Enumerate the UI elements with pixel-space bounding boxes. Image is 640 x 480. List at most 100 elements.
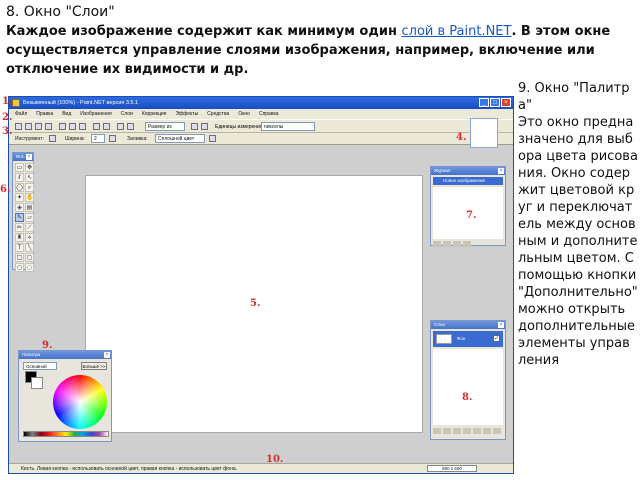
bucket-icon[interactable]: ◈ (15, 203, 24, 212)
cut-icon[interactable] (59, 123, 66, 130)
menu-layers[interactable]: Слои (121, 109, 133, 119)
text-icon[interactable]: T (15, 243, 24, 252)
move-icon[interactable]: ✥ (25, 163, 34, 172)
redo-history-icon[interactable] (453, 241, 461, 247)
move-selection-icon[interactable]: ↖ (25, 173, 34, 182)
layer-visibility-checkbox[interactable]: ✓ (493, 335, 500, 342)
menu-window[interactable]: Окно (238, 109, 250, 119)
palette-text: Это окно предназначено для выбора цвета … (518, 115, 638, 368)
new-file-icon[interactable] (15, 123, 22, 130)
layers-link[interactable]: слой в Paint.NET (401, 24, 511, 39)
undo-icon[interactable] (117, 123, 124, 130)
menu-file[interactable]: Файл (15, 109, 27, 119)
layers-panel: Слои × Фон ✓ (430, 320, 506, 440)
move-layer-up-icon[interactable] (473, 428, 481, 434)
gradient-icon[interactable]: ▤ (25, 203, 34, 212)
menu-view[interactable]: Вид (62, 109, 71, 119)
layers-panel-close-icon[interactable]: × (498, 322, 504, 328)
layer-item[interactable]: Фон ✓ (433, 331, 503, 347)
pencil-icon[interactable]: ✏ (15, 223, 24, 232)
rulers-icon[interactable] (201, 123, 208, 130)
palette-panel-close-icon[interactable]: × (104, 352, 110, 358)
tools-panel-close-icon[interactable]: × (26, 154, 32, 160)
clone-stamp-icon[interactable]: ♜ (15, 233, 24, 242)
layers-panel-title[interactable]: Слои × (431, 321, 505, 329)
open-file-icon[interactable] (25, 123, 32, 130)
print-icon[interactable] (45, 123, 52, 130)
units-select[interactable]: пикселы (261, 122, 315, 131)
fill-select[interactable]: Сплошной цвет (155, 134, 205, 143)
line-icon[interactable]: ╲ (25, 243, 34, 252)
antialias-icon[interactable] (109, 135, 116, 142)
tools-panel-title[interactable]: Инс. × (13, 153, 33, 161)
grid-icon[interactable] (191, 123, 198, 130)
menu-edit[interactable]: Правка (36, 109, 53, 119)
pan-icon[interactable]: ✋ (25, 193, 34, 202)
menu-adjustments[interactable]: Коррекция (142, 109, 167, 119)
move-layer-down-icon[interactable] (483, 428, 491, 434)
status-bar: Кисть. Левая кнопка - использовать основ… (9, 463, 513, 473)
copy-icon[interactable] (69, 123, 76, 130)
delete-layer-icon[interactable] (443, 428, 451, 434)
color-wheel[interactable] (53, 375, 107, 429)
history-panel-title[interactable]: Журнал × (431, 167, 505, 175)
duplicate-layer-icon[interactable] (453, 428, 461, 434)
zoom-icon[interactable]: ⌕ (25, 183, 34, 192)
tool-grid: ▭ ✥ ℓ ↖ ◯ ⌕ ✦ ✋ ◈ ▤ ✎ ▱ ✏ ⟋ ♜ ⟡ T ╲ □ ▢ … (13, 161, 34, 274)
add-layer-icon[interactable] (433, 428, 441, 434)
brush-tool-icon[interactable] (49, 135, 56, 142)
blend-mode-icon[interactable] (209, 135, 216, 142)
history-item[interactable]: Новое изображение (433, 177, 503, 185)
history-panel-close-icon[interactable]: × (498, 168, 504, 174)
fast-forward-icon[interactable] (463, 241, 471, 247)
window-titlebar[interactable]: Безымянный (100%) - Paint.NET версия 3.5… (9, 97, 513, 109)
rect-select-icon[interactable]: ▭ (15, 163, 24, 172)
redo-icon[interactable] (127, 123, 134, 130)
section-description: Каждое изображение содержит как минимум … (6, 22, 634, 79)
history-controls (431, 239, 505, 249)
callout-6: 6. (0, 184, 11, 195)
rounded-rect-icon[interactable]: ▢ (25, 253, 34, 262)
magic-wand-icon[interactable]: ✦ (15, 193, 24, 202)
tools-panel-title-text: Инс. (16, 154, 26, 159)
units-label: Единицы измерения: (215, 124, 264, 130)
ellipse-icon[interactable]: ○ (15, 263, 24, 272)
color-picker-icon[interactable]: ⟋ (25, 223, 34, 232)
merge-layer-icon[interactable] (463, 428, 471, 434)
save-icon[interactable] (35, 123, 42, 130)
menu-image[interactable]: Изображения (80, 109, 111, 119)
tools-panel: Инс. × ▭ ✥ ℓ ↖ ◯ ⌕ ✦ ✋ ◈ ▤ ✎ ▱ ✏ ⟋ ♜ ⟡ T… (12, 152, 34, 272)
color-mode-select[interactable]: Основной (23, 362, 57, 370)
menu-tools[interactable]: Средства (207, 109, 229, 119)
freeform-icon[interactable]: ◌ (25, 263, 34, 272)
maximize-button[interactable]: □ (490, 98, 500, 107)
minimize-button[interactable]: _ (479, 98, 489, 107)
rectangle-icon[interactable]: □ (15, 253, 24, 262)
deselect-icon[interactable] (103, 123, 110, 130)
slide: 8. Окно "Слои" Каждое изображение содерж… (0, 0, 640, 480)
crop-icon[interactable] (93, 123, 100, 130)
layer-properties-icon[interactable] (493, 428, 501, 434)
zoom-size-select[interactable]: Размер из (145, 122, 185, 131)
ellipse-select-icon[interactable]: ◯ (15, 183, 24, 192)
history-panel: Журнал × Новое изображение (430, 166, 506, 249)
brush-icon[interactable]: ✎ (15, 213, 24, 222)
undo-history-icon[interactable] (443, 241, 451, 247)
tool-options-bar: Инструмент: Ширина: 2 Заливка: Сплошной … (9, 133, 513, 145)
close-button[interactable]: × (501, 98, 511, 107)
width-label: Ширина: (65, 136, 85, 142)
eraser-icon[interactable]: ▱ (25, 213, 34, 222)
palette-panel-title[interactable]: Палитра × (19, 351, 111, 359)
menu-effects[interactable]: Эффекты (175, 109, 198, 119)
app-icon (12, 99, 20, 107)
paste-icon[interactable] (79, 123, 86, 130)
callout-3: 3. (2, 126, 13, 137)
secondary-color-swatch[interactable] (31, 377, 43, 389)
brush-width-input[interactable]: 2 (91, 134, 105, 143)
rewind-icon[interactable] (433, 241, 441, 247)
lasso-icon[interactable]: ℓ (15, 173, 24, 182)
more-button[interactable]: Больше >> (81, 362, 107, 370)
menu-help[interactable]: Справка (259, 109, 279, 119)
recolor-icon[interactable]: ⟡ (25, 233, 34, 242)
palette-strip[interactable] (23, 431, 109, 437)
